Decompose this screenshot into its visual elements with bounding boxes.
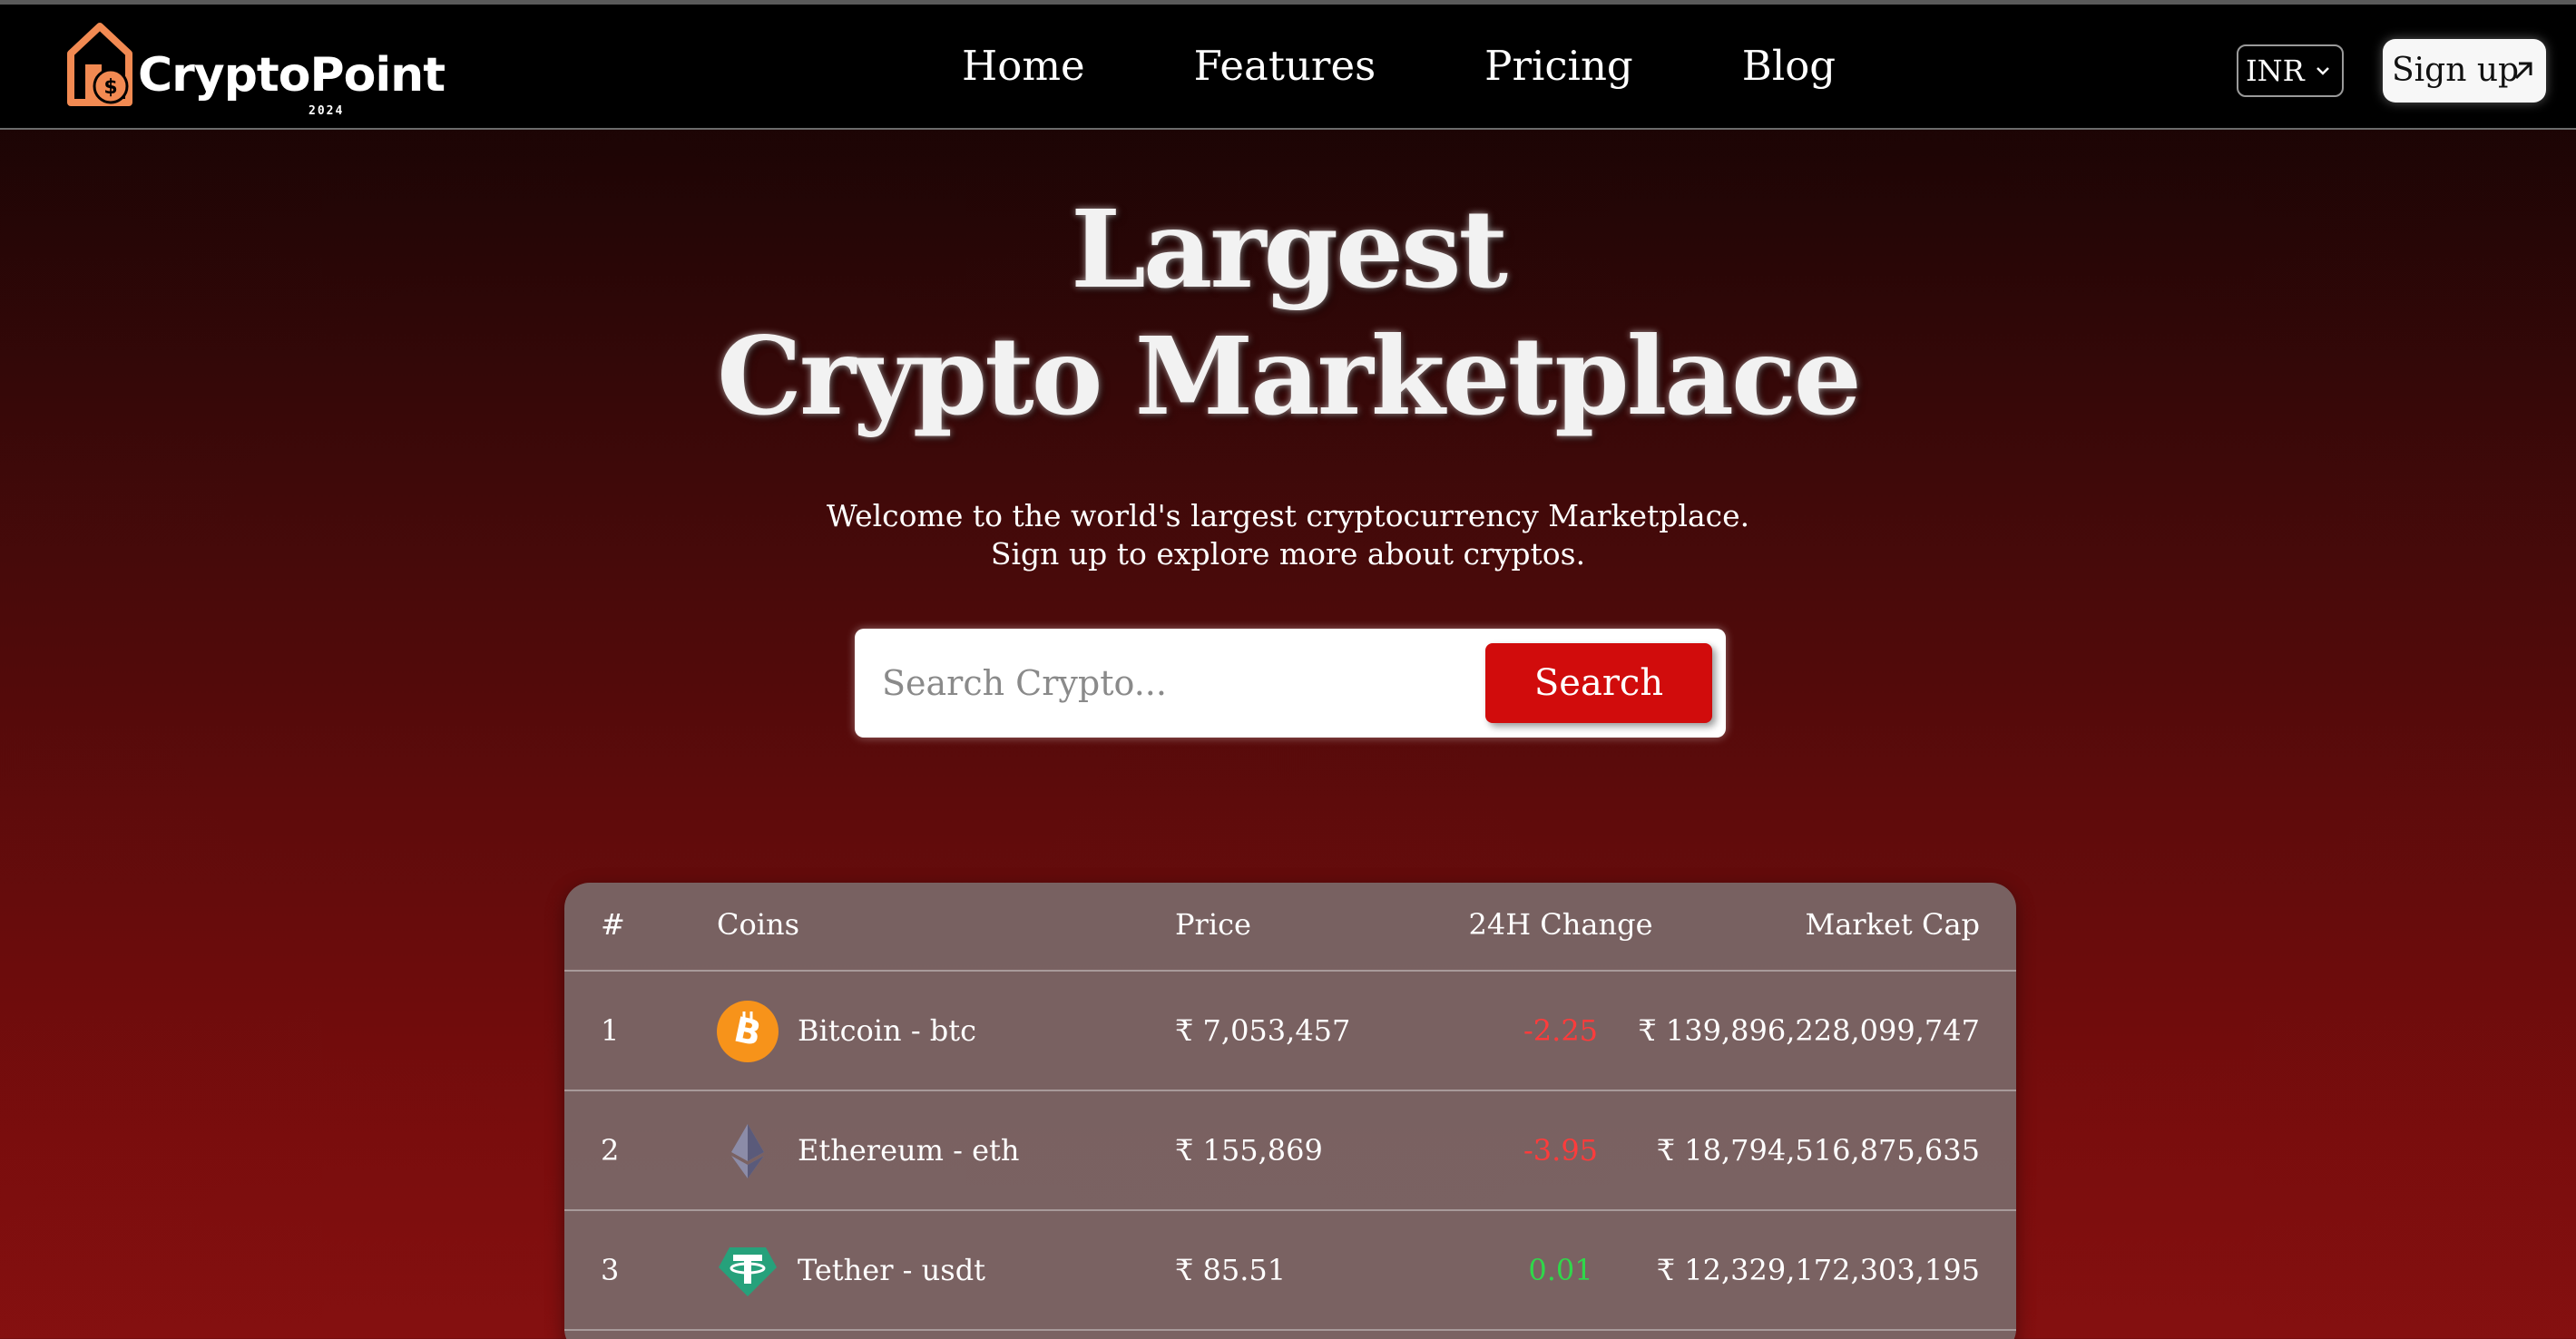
hero-title-line2: Crypto Marketplace xyxy=(717,313,1862,439)
navbar: $ CryptoPoint 2024 Home Features Pricing… xyxy=(0,5,2576,130)
currency-value: INR xyxy=(2246,54,2305,88)
row-coin-name: Bitcoin - btc xyxy=(798,1013,977,1048)
logo[interactable]: $ CryptoPoint 2024 xyxy=(65,21,446,118)
header-coins: Coins xyxy=(717,907,800,942)
search-input[interactable] xyxy=(882,654,1426,712)
header-change: 24H Change xyxy=(1468,907,1653,942)
table-row[interactable]: 3 Tether - usdt ₹ 85.51 0.01 ₹ 12,329,17… xyxy=(564,1211,2016,1331)
row-coin-name: Ethereum - eth xyxy=(798,1133,1020,1168)
row-price: ₹ 155,869 xyxy=(1175,1133,1323,1168)
row-price: ₹ 7,053,457 xyxy=(1175,1013,1351,1048)
table-header: # Coins Price 24H Change Market Cap xyxy=(564,883,2016,972)
search-button[interactable]: Search xyxy=(1485,643,1712,723)
nav-features[interactable]: Features xyxy=(1194,39,1376,93)
house-coin-icon: $ xyxy=(67,23,132,106)
header-rank: # xyxy=(601,907,625,942)
row-change: 0.01 xyxy=(1528,1253,1593,1287)
nav-home[interactable]: Home xyxy=(962,39,1085,93)
signup-button[interactable]: Sign up xyxy=(2383,39,2546,103)
ethereum-icon xyxy=(731,1124,764,1178)
svg-text:$: $ xyxy=(103,76,117,99)
row-market-cap: ₹ 18,794,516,875,635 xyxy=(1656,1133,1980,1168)
chevron-down-icon xyxy=(2316,67,2329,75)
hero-subtitle-line1: Welcome to the world's largest cryptocur… xyxy=(826,498,1750,533)
nav-pricing[interactable]: Pricing xyxy=(1484,39,1633,93)
crypto-table: # Coins Price 24H Change Market Cap 1 B … xyxy=(564,883,2016,1339)
main-nav: Home Features Pricing Blog xyxy=(962,39,1836,93)
arrow-up-right-icon xyxy=(2514,62,2532,80)
hero-subtitle-line2: Sign up to explore more about cryptos. xyxy=(990,536,1586,572)
nav-blog[interactable]: Blog xyxy=(1742,39,1836,93)
row-market-cap: ₹ 12,329,172,303,195 xyxy=(1656,1253,1980,1287)
signup-label: Sign up xyxy=(2392,52,2520,89)
row-price: ₹ 85.51 xyxy=(1175,1253,1287,1287)
tether-icon xyxy=(719,1247,777,1296)
row-coin-name: Tether - usdt xyxy=(798,1253,986,1287)
header-market-cap: Market Cap xyxy=(1805,907,1980,942)
row-change: -3.95 xyxy=(1523,1133,1599,1168)
currency-select[interactable]: INR xyxy=(2237,44,2344,97)
row-market-cap: ₹ 139,896,228,099,747 xyxy=(1638,1013,1980,1048)
brand-year: 2024 xyxy=(309,104,345,118)
table-row[interactable]: 1 B Bitcoin - btc ₹ 7,053,457 -2.25 ₹ 13… xyxy=(564,972,2016,1091)
header-price: Price xyxy=(1175,907,1251,942)
brand-name: CryptoPoint xyxy=(138,48,446,103)
table-row[interactable]: 2 Ethereum - eth ₹ 155,869 -3.95 ₹ 18,79… xyxy=(564,1091,2016,1211)
row-rank: 3 xyxy=(601,1253,620,1287)
row-rank: 1 xyxy=(601,1013,620,1048)
hero-title-line1: Largest xyxy=(1070,186,1508,312)
bitcoin-icon: B xyxy=(717,1001,779,1062)
search-form: Search xyxy=(855,629,1726,738)
row-rank: 2 xyxy=(601,1133,620,1168)
